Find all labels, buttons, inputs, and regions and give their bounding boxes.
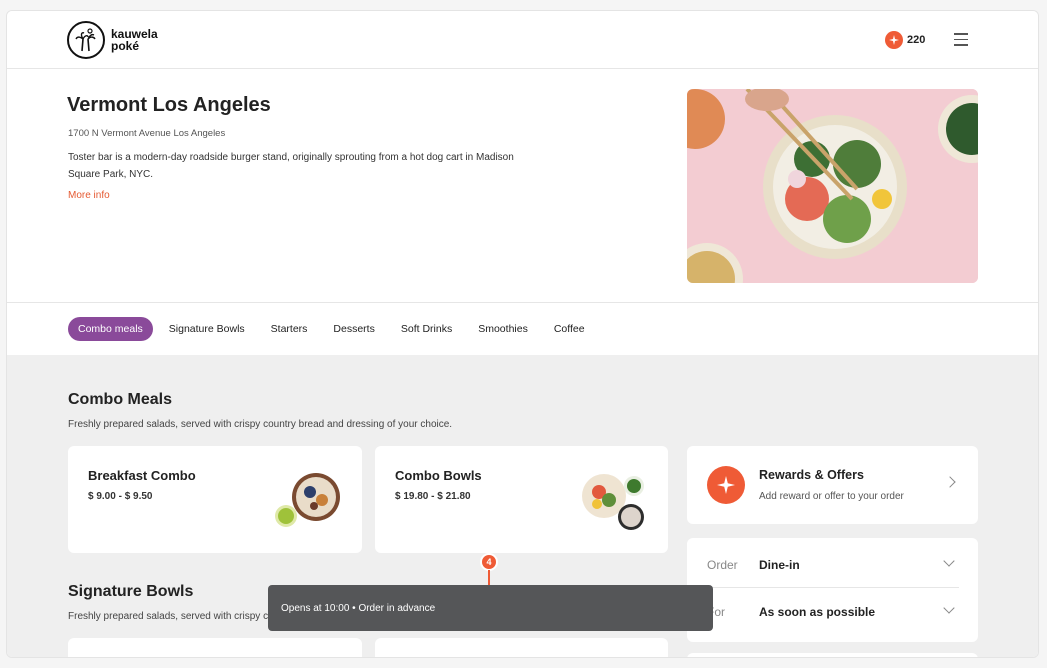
- sparkle-icon: [885, 31, 903, 49]
- store-hero: Vermont Los Angeles 1700 N Vermont Avenu…: [7, 69, 1038, 303]
- rewards-offers-card[interactable]: Rewards & Offers Add reward or offer to …: [687, 446, 978, 524]
- tab-smoothies[interactable]: Smoothies: [478, 323, 528, 335]
- palm-tree-logo-icon: [67, 21, 105, 59]
- rewards-title: Rewards & Offers: [759, 468, 864, 482]
- app-frame: kauwela poké 220 Vermont Los Angeles 170…: [6, 10, 1039, 658]
- product-card-placeholder[interactable]: [375, 638, 668, 657]
- product-title: Breakfast Combo: [88, 468, 196, 483]
- tab-combo-meals[interactable]: Combo meals: [68, 317, 153, 341]
- brand-wordmark: kauwela poké: [111, 28, 158, 52]
- rewards-subtitle: Add reward or offer to your order: [759, 491, 904, 502]
- tab-coffee[interactable]: Coffee: [554, 323, 585, 335]
- brand-logo[interactable]: kauwela poké: [67, 21, 158, 59]
- tab-signature-bowls[interactable]: Signature Bowls: [169, 323, 245, 335]
- combo-bowls-image: [582, 474, 644, 530]
- store-name: Vermont Los Angeles: [67, 94, 271, 116]
- order-time-select[interactable]: For As soon as possible: [707, 589, 959, 635]
- product-card-placeholder[interactable]: [68, 638, 362, 657]
- order-type-select[interactable]: Order Dine-in: [707, 542, 959, 588]
- toast-text: Opens at 10:00 • Order in advance: [281, 602, 436, 614]
- top-header: kauwela poké 220: [7, 11, 1038, 69]
- tab-soft-drinks[interactable]: Soft Drinks: [401, 323, 452, 335]
- product-price: $ 19.80 - $ 21.80: [395, 491, 471, 502]
- step-marker-line: [488, 570, 490, 585]
- store-address: 1700 N Vermont Avenue Los Angeles: [68, 128, 226, 139]
- order-type-value: Dine-in: [759, 557, 800, 572]
- order-settings-card: Order Dine-in For As soon as possible: [687, 538, 978, 642]
- hamburger-menu-icon[interactable]: [954, 33, 968, 46]
- step-marker: 4: [480, 553, 498, 571]
- section-subtitle-combo: Freshly prepared salads, served with cri…: [68, 419, 453, 430]
- tab-starters[interactable]: Starters: [271, 323, 308, 335]
- sparkle-icon: [707, 466, 745, 504]
- section-title-signature: Signature Bowls: [68, 583, 194, 600]
- order-type-label: Order: [707, 557, 738, 572]
- poke-bowl-photo: [687, 89, 978, 283]
- product-title: Combo Bowls: [395, 468, 482, 483]
- order-summary-card: [687, 653, 978, 657]
- tab-desserts[interactable]: Desserts: [333, 323, 374, 335]
- brand-name-line2: poké: [111, 39, 140, 53]
- loyalty-points[interactable]: 220: [885, 31, 925, 49]
- section-title-combo: Combo Meals: [68, 391, 173, 408]
- product-price: $ 9.00 - $ 9.50: [88, 491, 153, 502]
- points-value: 220: [907, 34, 926, 46]
- more-info-link[interactable]: More info: [68, 190, 110, 201]
- store-description: Toster bar is a modern-day roadside burg…: [68, 152, 514, 180]
- product-card-breakfast-combo[interactable]: Breakfast Combo $ 9.00 - $ 9.50: [68, 446, 362, 553]
- category-tabs: Combo meals Signature Bowls Starters Des…: [7, 303, 1038, 355]
- breakfast-bowl-image: [275, 473, 340, 527]
- order-time-value: As soon as possible: [759, 605, 876, 619]
- opening-hours-toast: Opens at 10:00 • Order in advance: [268, 585, 713, 631]
- product-card-combo-bowls[interactable]: Combo Bowls $ 19.80 - $ 21.80: [375, 446, 668, 553]
- chevron-down-icon: [943, 602, 955, 614]
- order-time-label: For: [707, 605, 725, 619]
- chevron-right-icon: [944, 476, 956, 488]
- chevron-down-icon: [943, 555, 955, 567]
